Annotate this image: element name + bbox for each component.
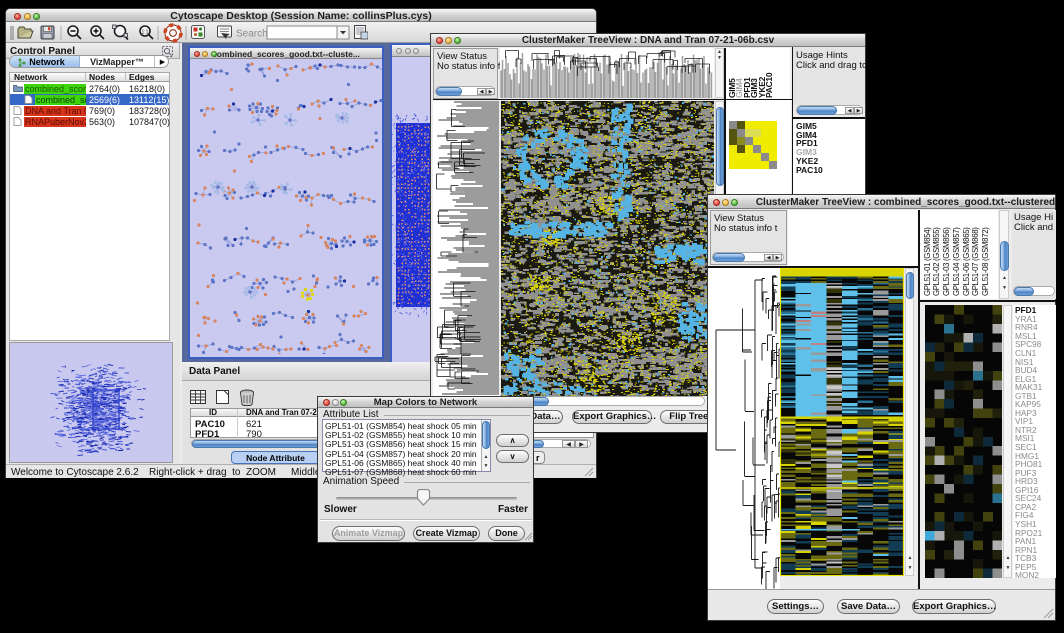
svg-text:1:1: 1:1: [142, 30, 149, 36]
svg-text:Search:: Search:: [236, 29, 270, 40]
